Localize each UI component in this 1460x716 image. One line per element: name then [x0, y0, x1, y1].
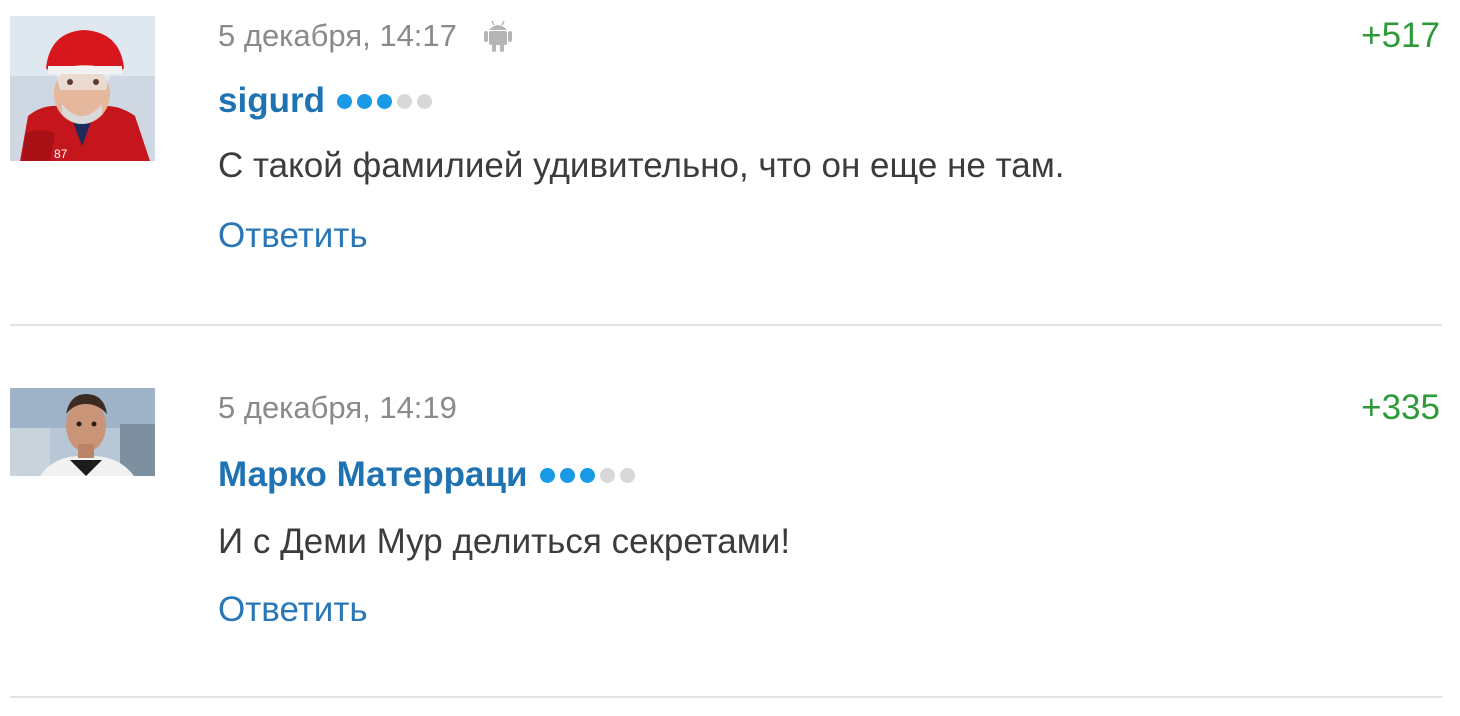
comment-date: 5 декабря, 14:19	[218, 390, 457, 425]
svg-text:87: 87	[54, 147, 68, 161]
user-level-indicator	[539, 467, 640, 483]
reply-button[interactable]: Ответить	[218, 590, 368, 630]
level-dot-filled	[539, 467, 555, 483]
author-link[interactable]: sigurd	[218, 81, 325, 121]
comment-text: С такой фамилией удивительно, что он еще…	[218, 146, 1065, 185]
comment-item: 5 декабря, 14:19 +335 Марко Матерраци И …	[0, 372, 1460, 698]
comment-text: И с Деми Мур делиться секретами!	[218, 522, 791, 561]
author-link[interactable]: Марко Матерраци	[218, 455, 528, 495]
comment-rating: +517	[1361, 16, 1440, 55]
avatar-image	[10, 388, 155, 476]
level-dot-filled	[376, 93, 392, 109]
comment-date: 5 декабря, 14:17	[218, 18, 457, 53]
avatar[interactable]	[10, 388, 155, 476]
comment-rating: +335	[1361, 388, 1440, 427]
user-level-indicator	[336, 93, 437, 109]
level-dot-filled	[579, 467, 595, 483]
level-dot-empty	[416, 93, 432, 109]
level-dot-filled	[336, 93, 352, 109]
level-dot-filled	[559, 467, 575, 483]
comment-divider	[10, 696, 1442, 698]
level-dot-empty	[396, 93, 412, 109]
comment-divider	[10, 324, 1442, 326]
author-row: sigurd	[218, 78, 437, 124]
comment-meta: 5 декабря, 14:19	[218, 388, 457, 428]
level-dot-filled	[356, 93, 372, 109]
comment-meta: 5 декабря, 14:17	[218, 16, 513, 56]
avatar[interactable]: 87	[10, 16, 155, 161]
android-icon	[483, 18, 513, 54]
author-row: Марко Матерраци	[218, 452, 640, 498]
avatar-image: 87	[10, 16, 155, 161]
comment-item: 87 5 декабря, 14:17 +517 sigurd С такой …	[0, 0, 1460, 326]
level-dot-empty	[599, 467, 615, 483]
level-dot-empty	[619, 467, 635, 483]
reply-button[interactable]: Ответить	[218, 216, 368, 256]
